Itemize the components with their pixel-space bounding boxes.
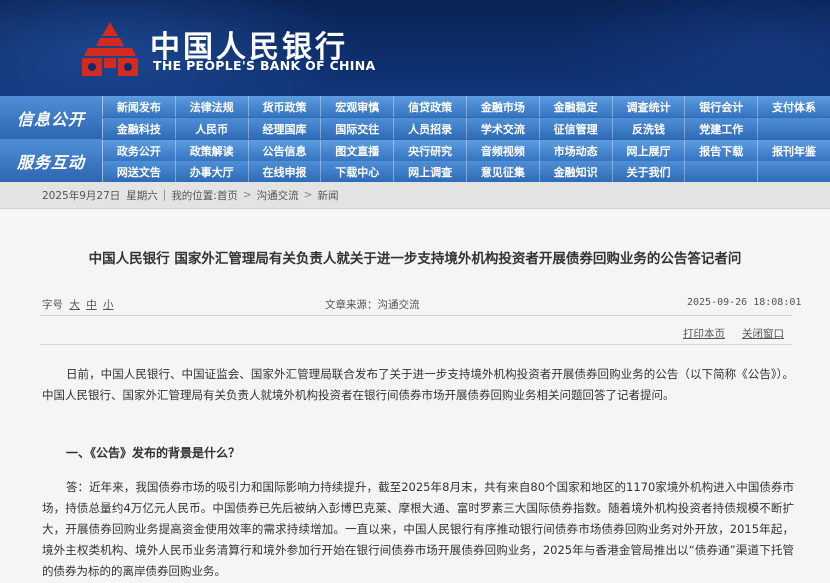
header-banner: 中国人民银行 THE PEOPLE'S BANK OF CHINA bbox=[0, 0, 830, 96]
nav-row-4: 网送文告 办事大厅 在线申报 下载中心 网上调查 意见征集 金融知识 关于我们 bbox=[102, 161, 830, 182]
nav-item[interactable]: 法律法规 bbox=[174, 96, 248, 117]
nav-item[interactable]: 网送文告 bbox=[102, 161, 175, 182]
article-paragraph-intro: 日前，中国人民银行、中国证监会、国家外汇管理局联合发布了关于进一步支持境外机构投… bbox=[42, 367, 794, 402]
font-size-small[interactable]: 小 bbox=[103, 299, 114, 311]
article-area: 中国人民银行 国家外汇管理局有关负责人就关于进一步支持境外机构投资者开展债券回购… bbox=[0, 209, 830, 583]
nav-item[interactable]: 金融科技 bbox=[102, 118, 175, 139]
nav-item[interactable]: 调查统计 bbox=[611, 96, 685, 117]
current-date: 2025年9月27日 bbox=[42, 189, 121, 202]
toolbar-divider bbox=[40, 344, 792, 345]
nav-item-empty bbox=[757, 161, 830, 182]
nav-item[interactable]: 经理国库 bbox=[247, 118, 321, 139]
nav-item[interactable]: 在线申报 bbox=[247, 161, 321, 182]
nav-item[interactable]: 人员招录 bbox=[393, 118, 466, 139]
nav-item[interactable]: 网上展厅 bbox=[611, 140, 685, 161]
nav-item[interactable]: 征信管理 bbox=[538, 118, 612, 139]
nav-item[interactable]: 政务公开 bbox=[102, 140, 175, 161]
nav-item-empty bbox=[684, 161, 757, 182]
nav-row-1: 新闻发布 法律法规 货币政策 宏观审慎 信贷政策 金融市场 金融稳定 调查统计 … bbox=[102, 96, 830, 117]
nav-item[interactable]: 新闻发布 bbox=[102, 96, 175, 117]
breadcrumb-item-news[interactable]: 新闻 bbox=[317, 188, 338, 203]
nav-item[interactable]: 学术交流 bbox=[465, 118, 539, 139]
nav-item[interactable]: 音频视频 bbox=[465, 140, 539, 161]
nav-item[interactable]: 信贷政策 bbox=[393, 96, 466, 117]
current-weekday: 星期六 bbox=[126, 189, 158, 202]
font-size-label: 字号 bbox=[42, 299, 63, 311]
breadcrumb-home[interactable]: 我的位置:首页 bbox=[171, 188, 238, 203]
nav-item[interactable]: 货币政策 bbox=[247, 96, 321, 117]
nav-item[interactable]: 政策解读 bbox=[174, 140, 248, 161]
article-title: 中国人民银行 国家外汇管理局有关负责人就关于进一步支持境外机构投资者开展债券回购… bbox=[88, 251, 742, 267]
nav-item-empty bbox=[757, 118, 830, 139]
nav-item[interactable]: 金融市场 bbox=[465, 96, 539, 117]
nav-item[interactable]: 央行研究 bbox=[393, 140, 466, 161]
nav-item[interactable]: 国际交往 bbox=[320, 118, 393, 139]
pboc-logo-icon[interactable] bbox=[78, 20, 142, 78]
nav-item[interactable]: 银行会计 bbox=[684, 96, 757, 117]
nav-item[interactable]: 人民币 bbox=[174, 118, 248, 139]
close-window-link[interactable]: 关闭窗口 bbox=[742, 326, 784, 341]
article-datetime: 2025-09-26 18:08:01 bbox=[687, 297, 802, 308]
nav-item[interactable]: 市场动态 bbox=[538, 140, 612, 161]
print-page-link[interactable]: 打印本页 bbox=[683, 326, 725, 341]
nav-item[interactable]: 党建工作 bbox=[684, 118, 757, 139]
breadcrumb-item-communication[interactable]: 沟通交流 bbox=[257, 188, 299, 203]
nav-item[interactable]: 金融稳定 bbox=[538, 96, 612, 117]
nav-item[interactable]: 办事大厅 bbox=[174, 161, 248, 182]
nav-row-3: 政务公开 政策解读 公告信息 图文直播 央行研究 音频视频 市场动态 网上展厅 … bbox=[102, 140, 830, 161]
article-paragraph-answer-1: 答：近年来，我国债券市场的吸引力和国际影响力持续提升，截至2025年8月末，共有… bbox=[42, 480, 794, 578]
article-source: 文章来源：沟通交流 bbox=[325, 299, 420, 311]
nav-item[interactable]: 报刊年鉴 bbox=[757, 140, 830, 161]
nav-item[interactable]: 图文直播 bbox=[320, 140, 393, 161]
nav-row-2: 金融科技 人民币 经理国库 国际交往 人员招录 学术交流 征信管理 反洗钱 党建… bbox=[102, 118, 830, 139]
nav-item[interactable]: 宏观审慎 bbox=[320, 96, 393, 117]
nav-item[interactable]: 公告信息 bbox=[247, 140, 321, 161]
meta-divider bbox=[40, 315, 792, 316]
breadcrumb: 2025年9月27日 星期六 | 我的位置:首页 > 沟通交流 > 新闻 bbox=[0, 182, 830, 209]
nav-section-service-interaction[interactable]: 服务互动 bbox=[0, 139, 102, 182]
logo-english-name[interactable]: THE PEOPLE'S BANK OF CHINA bbox=[153, 58, 376, 73]
article-heading-1: 一、《公告》发布的背景是什么？ bbox=[66, 446, 241, 460]
font-size-large[interactable]: 大 bbox=[69, 299, 80, 311]
nav-item[interactable]: 支付体系 bbox=[757, 96, 830, 117]
nav-section-info-disclosure[interactable]: 信息公开 bbox=[0, 96, 102, 139]
nav-item[interactable]: 反洗钱 bbox=[611, 118, 685, 139]
font-size-controls: 字号 大 中 小 bbox=[42, 297, 114, 312]
nav-item[interactable]: 下载中心 bbox=[320, 161, 393, 182]
font-size-medium[interactable]: 中 bbox=[86, 299, 97, 311]
nav-item[interactable]: 报告下载 bbox=[684, 140, 757, 161]
nav-item[interactable]: 金融知识 bbox=[538, 161, 612, 182]
nav-item[interactable]: 网上调查 bbox=[393, 161, 466, 182]
nav-item[interactable]: 意见征集 bbox=[465, 161, 539, 182]
main-nav: 信息公开 服务互动 新闻发布 法律法规 货币政策 宏观审慎 信贷政策 金融市场 … bbox=[0, 96, 830, 182]
banner-glow-right bbox=[550, 0, 830, 96]
nav-item[interactable]: 关于我们 bbox=[611, 161, 685, 182]
